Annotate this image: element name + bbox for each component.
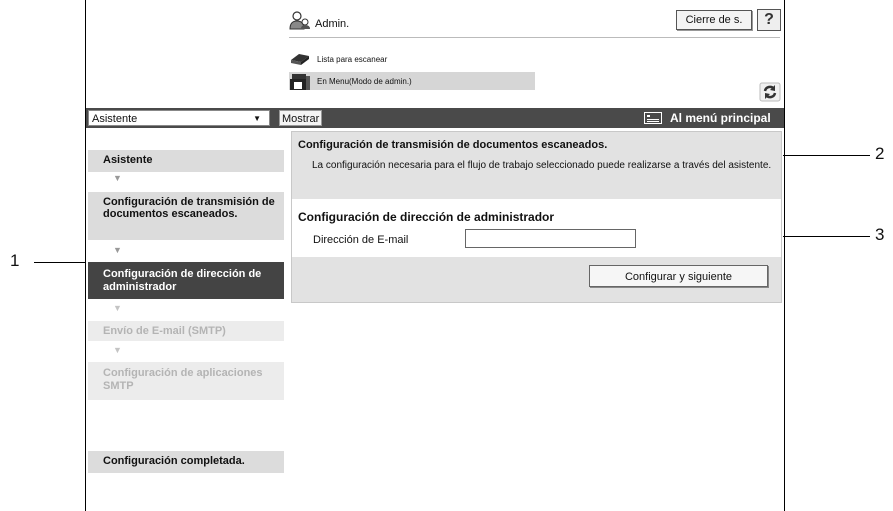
step-arrow-icon: ▼	[113, 303, 122, 313]
header-divider	[289, 37, 780, 38]
main-menu-link[interactable]: Al menú principal	[670, 111, 771, 125]
callout-number-2: 2	[875, 144, 885, 163]
section-transmision-description: La configuración necesaria para el flujo…	[312, 160, 772, 171]
scan-list-label: Lista para escanear	[317, 55, 388, 64]
step-arrow-icon: ▼	[113, 245, 122, 255]
step-asistente[interactable]: Asistente	[88, 150, 284, 172]
menu-mode-label: En Menu(Modo de admin.)	[317, 77, 412, 86]
callout-line-3	[783, 236, 870, 237]
callout-line-2	[783, 155, 870, 156]
email-field[interactable]	[465, 229, 636, 248]
callout-number-1: 1	[10, 251, 20, 270]
logout-button[interactable]: Cierre de s.	[676, 10, 752, 30]
callout-line-1	[34, 262, 86, 263]
printer-icon	[290, 74, 310, 90]
help-button[interactable]: ?	[757, 9, 781, 31]
configure-next-button[interactable]: Configurar y siguiente	[589, 265, 768, 287]
refresh-icon[interactable]	[759, 82, 781, 102]
step-aplicaciones-smtp: Configuración de aplicaciones SMTP	[88, 362, 284, 400]
scanner-icon	[291, 54, 309, 65]
section-admin-title: Configuración de dirección de administra…	[298, 210, 555, 224]
step-arrow-icon: ▼	[113, 173, 122, 183]
callout-number-3: 3	[875, 225, 885, 244]
section-transmision-title: Configuración de transmisión de document…	[298, 139, 608, 151]
step-transmision[interactable]: Configuración de transmisión de document…	[88, 192, 284, 240]
email-label: Dirección de E-mail	[313, 234, 409, 246]
wizard-select[interactable]: Asistente ▼	[88, 110, 270, 126]
step-envio-smtp: Envío de E-mail (SMTP)	[88, 321, 284, 341]
admin-icon	[289, 11, 310, 30]
step-completada[interactable]: Configuración completada.	[88, 451, 284, 473]
step-arrow-icon: ▼	[113, 345, 122, 355]
show-button[interactable]: Mostrar	[279, 110, 322, 126]
main-menu-icon[interactable]	[644, 112, 662, 124]
wizard-select-value: Asistente	[92, 113, 138, 125]
step-direccion-admin[interactable]: Configuración de dirección de administra…	[88, 262, 284, 299]
chevron-down-icon: ▼	[253, 114, 261, 123]
admin-label: Admin.	[315, 18, 350, 30]
